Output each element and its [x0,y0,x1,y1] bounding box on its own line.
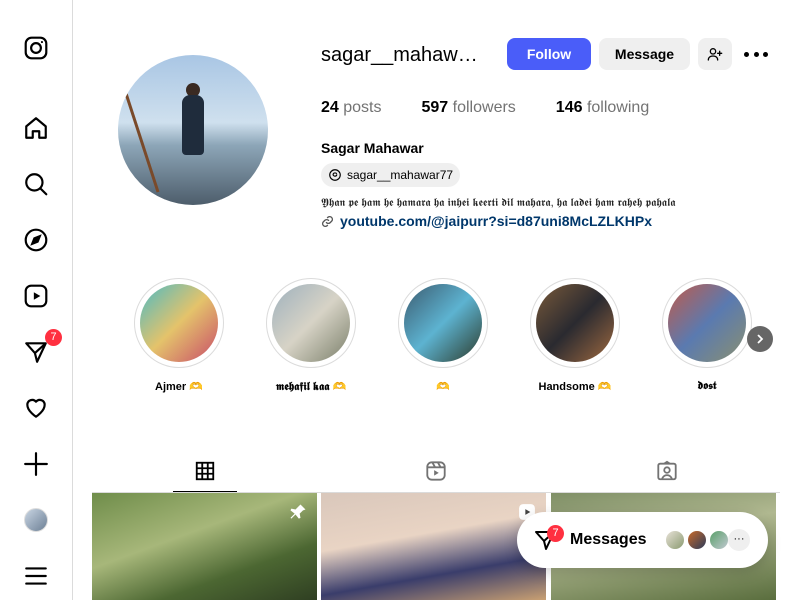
messages-bar-label: Messages [570,531,647,548]
highlight-cover [668,284,746,362]
post-tile[interactable] [92,493,317,600]
highlight-label: 𝖉𝖔𝖘𝖙 [697,380,717,392]
more-dot-icon [763,51,768,57]
profile-link[interactable]: youtube.com/@jaipurr?si=d87uni8McLZLKHPx [321,213,652,229]
threads-handle: sagar__mahawar77 [347,168,454,182]
tagged-icon [657,460,677,481]
tab-tagged[interactable] [635,450,699,492]
avatar [664,529,686,551]
highlight-label: Ajmer 🫶 [155,381,203,393]
more-conversations-icon: ··· [728,529,750,551]
menu-icon[interactable] [22,562,50,590]
highlight-item[interactable]: 🫶 [398,278,488,393]
pinned-icon [290,504,306,519]
create-plus-icon[interactable] [22,450,50,478]
avatar [686,529,708,551]
home-icon[interactable] [22,114,50,142]
followers-stat[interactable]: 597 followers [422,99,516,117]
tab-reels[interactable] [404,450,468,492]
highlight-cover [272,284,350,362]
followers-count: 597 [421,99,449,116]
add-user-icon [707,48,723,61]
messages-icon[interactable]: 7 [22,329,62,366]
profile-full-name: Sagar Mahawar [321,140,424,156]
more-options-button[interactable] [744,44,768,64]
avatar [708,529,730,551]
posts-count: 24 [321,99,339,116]
instagram-logo-icon[interactable] [22,34,50,62]
highlight-item[interactable]: Ajmer 🫶 [134,278,224,393]
posts-label: posts [343,99,382,116]
threads-badge[interactable]: sagar__mahawar77 [321,163,461,187]
profile-username: sagar__mahawar77 [321,44,481,66]
message-button[interactable]: Message [599,38,690,70]
highlight-cover [404,284,482,362]
following-label: following [586,99,650,116]
following-count: 146 [555,99,583,116]
more-dot-icon [753,51,759,57]
messages-bar-badge: 7 [547,525,564,542]
highlight-item[interactable]: 𝖒𝖊𝖍𝖆𝖋𝖎𝖑 𝖐𝖆𝖆 🫶 [266,278,356,394]
grid-icon [195,461,215,480]
more-dot-icon [744,51,749,57]
chevron-right-icon [757,334,764,344]
profile-tabs [92,450,780,493]
profile-link-text: youtube.com/@jaipurr?si=d87uni8McLZLKHPx [340,213,652,229]
highlight-label: Handsome 🫶 [538,381,612,393]
profile-stats: 24 posts 597 followers 146 following [321,99,689,117]
messages-badge: 7 [45,329,62,346]
search-icon[interactable] [22,170,50,198]
avatar [24,508,48,532]
link-icon [321,215,334,227]
profile-avatar-icon[interactable] [22,506,50,534]
highlight-item[interactable]: 𝖉𝖔𝖘𝖙 [662,278,752,393]
tab-posts[interactable] [173,450,237,492]
highlight-cover [536,284,614,362]
messages-bar[interactable]: 7 Messages ··· [517,512,768,568]
threads-icon [329,169,341,181]
followers-label: followers [452,99,516,116]
reels-icon[interactable] [22,282,50,310]
highlight-cover [140,284,218,362]
profile-picture[interactable] [118,55,268,205]
highlight-item[interactable]: Handsome 🫶 [530,278,620,393]
highlight-label: 𝖒𝖊𝖍𝖆𝖋𝖎𝖑 𝖐𝖆𝖆 🫶 [275,381,347,393]
highlights-next-button[interactable] [747,326,773,352]
highlight-label: 🫶 [436,381,450,393]
explore-icon[interactable] [22,226,50,254]
posts-stat: 24 posts [321,99,382,117]
profile-bio: 𝖄𝖍𝖆𝖓 𝖕𝖊 𝖍𝖆𝖒 𝖍𝖊 𝖍𝖆𝖒𝖆𝖗𝖆 𝖍𝖆 𝖎𝖓𝖍𝖊𝖎 𝖐𝖊𝖊𝖗𝖙𝖎 𝖉𝖎… [321,197,676,209]
heart-icon[interactable] [22,394,50,422]
following-stat[interactable]: 146 following [556,99,649,117]
follow-button[interactable]: Follow [507,38,591,70]
sidebar-nav: 7 [0,0,73,600]
suggest-user-button[interactable] [698,38,732,70]
reels-tab-icon [426,461,446,481]
post-tile[interactable] [321,493,546,600]
